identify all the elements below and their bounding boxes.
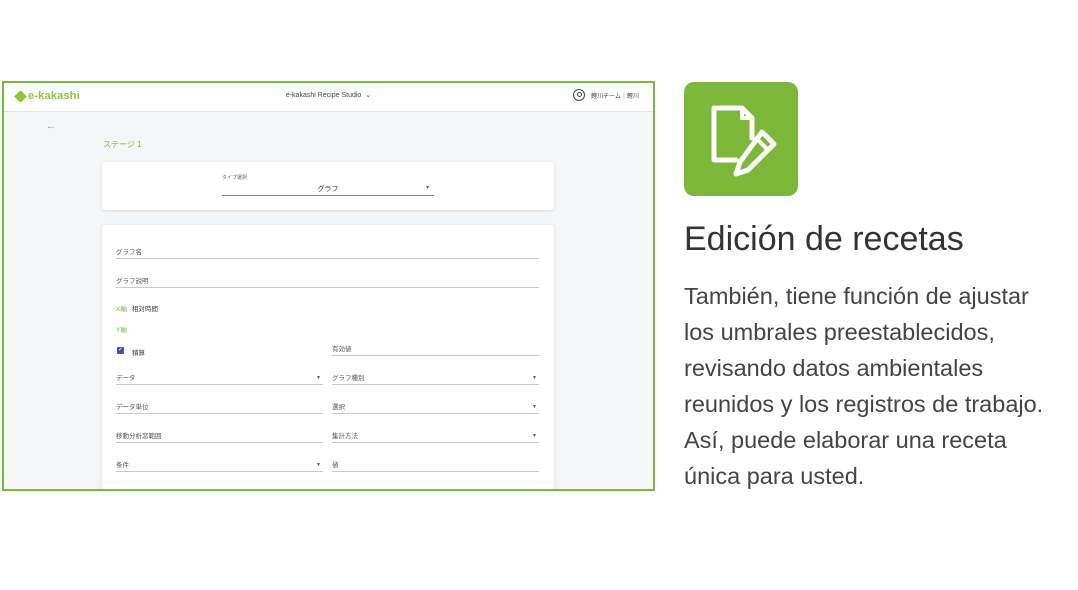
dropdown-arrow-icon: ▼ xyxy=(316,375,321,381)
data-placeholder: データ xyxy=(116,375,136,382)
description-line: única para usted. xyxy=(684,463,865,489)
user-label: 鰹川チーム｜鰹川 xyxy=(591,93,639,100)
data-unit-field[interactable]: データ単位 xyxy=(116,400,323,414)
screenshot-frame: e-kakashi e-kakashi Recipe Studio ⌄ 鰹川チー… xyxy=(2,81,655,491)
moving-range-field[interactable]: 移動分析窓範囲 xyxy=(116,429,323,443)
graph-description-field[interactable]: グラフ説明 xyxy=(116,274,539,288)
top-bar: e-kakashi e-kakashi Recipe Studio ⌄ 鰹川チー… xyxy=(4,83,653,112)
studio-title: e-kakashi Recipe Studio xyxy=(285,92,362,99)
description-line: los umbrales preestablecidos, xyxy=(684,319,995,345)
integrate-label: 積算 xyxy=(132,350,145,357)
user-menu[interactable]: 鰹川チーム｜鰹川 xyxy=(573,89,639,101)
y-axis-label: Y軸 xyxy=(116,327,127,334)
choice-select[interactable]: 選択 ▼ xyxy=(332,400,539,414)
x-axis-label: X軸 xyxy=(116,306,127,313)
graph-name-field[interactable]: グラフ名 xyxy=(116,245,539,259)
type-select-label: タイプ選択 xyxy=(222,175,248,181)
value-placeholder: 値 xyxy=(332,462,339,469)
edit-document-icon xyxy=(684,82,798,196)
chevron-down-icon: ⌄ xyxy=(365,92,372,99)
type-select-value: グラフ xyxy=(317,186,339,193)
description-line: reunidos y los registros de trabajo. xyxy=(684,391,1044,417)
valid-value-field[interactable]: 有効値 xyxy=(332,342,539,356)
dropdown-arrow-icon: ▼ xyxy=(316,462,321,468)
description-line: Así, puede elaborar una receta xyxy=(684,427,1007,453)
description-line: revisando datos ambientales xyxy=(684,355,984,381)
graph-type-placeholder: グラフ種別 xyxy=(332,375,365,382)
choice-placeholder: 選択 xyxy=(332,404,345,411)
type-card: タイプ選択 グラフ ▼ xyxy=(102,162,554,210)
aggregation-method-select[interactable]: 集計方法 ▼ xyxy=(332,429,539,443)
data-select[interactable]: データ ▼ xyxy=(116,371,323,385)
aggregation-method-placeholder: 集計方法 xyxy=(332,433,358,440)
dropdown-arrow-icon: ▼ xyxy=(532,404,537,410)
type-select[interactable]: グラフ ▼ xyxy=(222,182,434,196)
graph-settings-card: グラフ名 グラフ説明 X軸 相対時間 Y軸 ✓ 積算 有効値 データ ▼ グラフ… xyxy=(102,225,554,489)
valid-value-placeholder: 有効値 xyxy=(332,346,352,353)
integrate-checkbox[interactable]: ✓ xyxy=(117,347,124,354)
condition-placeholder: 条件 xyxy=(116,462,129,469)
graph-type-select[interactable]: グラフ種別 ▼ xyxy=(332,371,539,385)
graph-name-placeholder: グラフ名 xyxy=(116,249,142,256)
dropdown-arrow-icon: ▼ xyxy=(532,433,537,439)
description-line: También, tiene función de ajustar xyxy=(684,283,1029,309)
user-avatar-icon xyxy=(573,89,586,101)
panel-heading: Edición de recetas xyxy=(684,220,964,258)
dropdown-arrow-icon: ▼ xyxy=(425,185,430,191)
moving-range-placeholder: 移動分析窓範囲 xyxy=(116,433,162,440)
value-field[interactable]: 値 xyxy=(332,458,539,472)
stage-title: ステージ 1 xyxy=(103,140,142,149)
data-unit-placeholder: データ単位 xyxy=(116,404,149,411)
condition-select[interactable]: 条件 ▼ xyxy=(116,458,323,472)
back-arrow-icon[interactable]: ← xyxy=(46,121,56,132)
panel-description: También, tiene función de ajustar los um… xyxy=(684,278,1076,494)
studio-selector[interactable]: e-kakashi Recipe Studio ⌄ xyxy=(4,91,653,99)
x-axis-value: 相対時間 xyxy=(132,306,158,313)
dropdown-arrow-icon: ▼ xyxy=(532,375,537,381)
graph-description-placeholder: グラフ説明 xyxy=(116,278,149,285)
